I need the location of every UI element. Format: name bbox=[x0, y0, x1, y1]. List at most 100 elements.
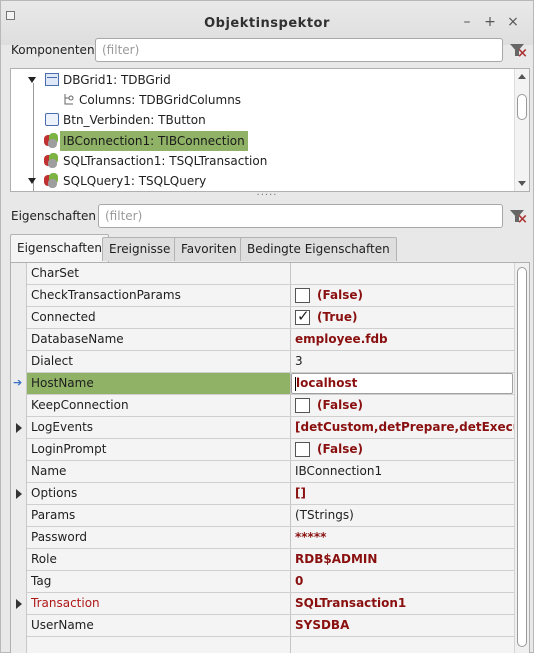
property-value: (False) bbox=[317, 288, 363, 302]
property-row[interactable]: Params (TStrings) bbox=[27, 505, 515, 527]
splitter-handle[interactable]: ····· bbox=[1, 191, 533, 202]
tab-bedingte-eigenschaften[interactable]: Bedingte Eigenschaften bbox=[240, 237, 397, 261]
property-name: HostName bbox=[31, 376, 94, 390]
tree-item[interactable]: SQLQuery1: TSQLQuery bbox=[11, 171, 511, 191]
tree-item[interactable]: Columns: TDBGridColumns bbox=[11, 90, 511, 110]
tree-item-label: SQLTransaction1: TSQLTransaction bbox=[63, 154, 268, 168]
scroll-up-icon[interactable] bbox=[518, 74, 526, 79]
property-name: Params bbox=[31, 508, 76, 522]
property-row[interactable]: LoginPrompt (False) bbox=[27, 439, 515, 461]
property-checkbox[interactable] bbox=[295, 442, 310, 457]
grid-gutter bbox=[11, 263, 27, 653]
button-icon bbox=[45, 113, 59, 126]
property-value: (False) bbox=[317, 398, 363, 412]
property-name: Name bbox=[31, 464, 67, 478]
window-title: Objektinspektor bbox=[204, 16, 330, 31]
property-value[interactable]: employee.fdb bbox=[295, 332, 515, 346]
property-value[interactable]: SQLTransaction1 bbox=[295, 596, 515, 610]
components-label: Komponenten bbox=[11, 43, 95, 57]
expand-arrow-icon[interactable] bbox=[28, 77, 36, 83]
property-name: Password bbox=[31, 530, 88, 544]
property-row[interactable]: Transaction SQLTransaction1 bbox=[16, 593, 515, 615]
property-row[interactable]: Tag 0 bbox=[27, 571, 515, 593]
property-row[interactable]: KeepConnection (False) bbox=[27, 395, 515, 417]
expand-arrow-icon[interactable] bbox=[16, 423, 22, 433]
database-icon bbox=[44, 133, 59, 148]
properties-filter-input[interactable]: (filter) bbox=[98, 204, 503, 228]
tree-item-label: Btn_Verbinden: TButton bbox=[63, 113, 206, 127]
property-row[interactable]: CheckTransactionParams (False) bbox=[27, 285, 515, 307]
collection-icon bbox=[63, 93, 75, 107]
property-value[interactable]: RDB$ADMIN bbox=[295, 552, 515, 566]
property-name: Connected bbox=[31, 310, 96, 324]
property-row[interactable]: Connected (True) bbox=[27, 307, 515, 329]
property-name: LoginPrompt bbox=[31, 442, 107, 456]
tree-item[interactable]: SQLTransaction1: TSQLTransaction bbox=[11, 151, 511, 171]
property-row[interactable]: Dialect 3 bbox=[27, 351, 515, 373]
property-value-editor[interactable]: localhost bbox=[291, 373, 513, 394]
components-filter-input[interactable]: (filter) bbox=[95, 38, 503, 62]
property-value[interactable]: (TStrings) bbox=[295, 508, 515, 522]
tree-scrollbar[interactable] bbox=[514, 69, 529, 191]
component-tree[interactable]: DBGrid1: TDBGrid Columns: TDBGridColumns… bbox=[10, 68, 530, 192]
tab-ereignisse[interactable]: Ereignisse bbox=[102, 237, 178, 261]
grid-scrollbar[interactable] bbox=[514, 263, 529, 653]
property-row[interactable]: DatabaseName employee.fdb bbox=[27, 329, 515, 351]
expand-arrow-icon[interactable] bbox=[28, 178, 36, 184]
property-name: Dialect bbox=[31, 354, 73, 368]
tree-item[interactable]: DBGrid1: TDBGrid bbox=[11, 70, 511, 90]
property-name: Transaction bbox=[31, 596, 100, 610]
property-value[interactable]: SYSDBA bbox=[295, 618, 515, 632]
property-name: LogEvents bbox=[31, 420, 94, 434]
database-icon bbox=[44, 173, 59, 188]
property-row[interactable]: Role RDB$ADMIN bbox=[27, 549, 515, 571]
tree-item-label: Columns: TDBGridColumns bbox=[79, 93, 242, 107]
property-value[interactable]: IBConnection1 bbox=[295, 464, 515, 478]
scroll-thumb[interactable] bbox=[517, 94, 527, 120]
property-row[interactable]: Name IBConnection1 bbox=[27, 461, 515, 483]
property-checkbox[interactable] bbox=[295, 288, 310, 303]
properties-filter-clear-button[interactable]: × bbox=[506, 204, 530, 228]
property-value[interactable]: [] bbox=[295, 486, 515, 500]
property-name: Options bbox=[31, 486, 78, 500]
tree-item-selected[interactable]: IBConnection1: TIBConnection bbox=[11, 131, 511, 151]
minimize-button[interactable]: – bbox=[460, 14, 474, 30]
property-checkbox[interactable] bbox=[295, 398, 310, 413]
tree-item[interactable]: Btn_Verbinden: TButton bbox=[11, 110, 511, 130]
maximize-button[interactable]: + bbox=[483, 14, 497, 30]
tree-item-label: SQLQuery1: TSQLQuery bbox=[63, 174, 207, 188]
property-value[interactable]: 3 bbox=[295, 354, 515, 368]
property-name: CharSet bbox=[31, 266, 79, 280]
properties-label: Eigenschaften bbox=[11, 209, 97, 223]
property-name: CheckTransactionParams bbox=[31, 288, 181, 302]
property-name: Tag bbox=[31, 574, 52, 588]
tab-favoriten[interactable]: Favoriten bbox=[174, 237, 244, 261]
close-button[interactable]: × bbox=[506, 14, 520, 30]
property-row[interactable]: UserName SYSDBA bbox=[27, 615, 515, 637]
expand-arrow-icon[interactable] bbox=[16, 599, 22, 609]
property-row[interactable]: LogEvents [detCustom,detPrepare,detExecu… bbox=[16, 417, 515, 439]
property-row-selected[interactable]: ➔ HostName localhost bbox=[13, 373, 515, 395]
property-name: UserName bbox=[31, 618, 94, 632]
database-icon bbox=[44, 153, 59, 168]
property-value[interactable]: [detCustom,detPrepare,detExecute,d bbox=[295, 420, 515, 434]
object-inspector-window: Objektinspektor – + × Komponenten (filte… bbox=[0, 0, 534, 653]
tree-item-label: DBGrid1: TDBGrid bbox=[63, 73, 171, 87]
property-row[interactable]: Password ***** bbox=[27, 527, 515, 549]
property-value[interactable]: ***** bbox=[295, 530, 515, 544]
property-row[interactable]: Options [] bbox=[16, 483, 515, 505]
components-filter-clear-button[interactable]: × bbox=[506, 38, 530, 62]
tree-item-label: IBConnection1: TIBConnection bbox=[60, 131, 248, 151]
scroll-thumb[interactable] bbox=[517, 267, 527, 647]
tab-eigenschaften[interactable]: Eigenschaften bbox=[10, 234, 110, 262]
scroll-down-icon[interactable] bbox=[518, 181, 526, 186]
property-checkbox-checked[interactable] bbox=[295, 307, 310, 325]
property-name: DatabaseName bbox=[31, 332, 124, 346]
property-value[interactable]: 0 bbox=[295, 574, 515, 588]
current-row-pointer-icon: ➔ bbox=[13, 376, 23, 389]
property-row[interactable]: CharSet bbox=[27, 263, 515, 285]
property-value: (True) bbox=[317, 310, 358, 324]
expand-arrow-icon[interactable] bbox=[16, 489, 22, 499]
property-grid[interactable]: CharSet CheckTransactionParams (False) C… bbox=[10, 262, 530, 653]
property-name: Role bbox=[31, 552, 57, 566]
